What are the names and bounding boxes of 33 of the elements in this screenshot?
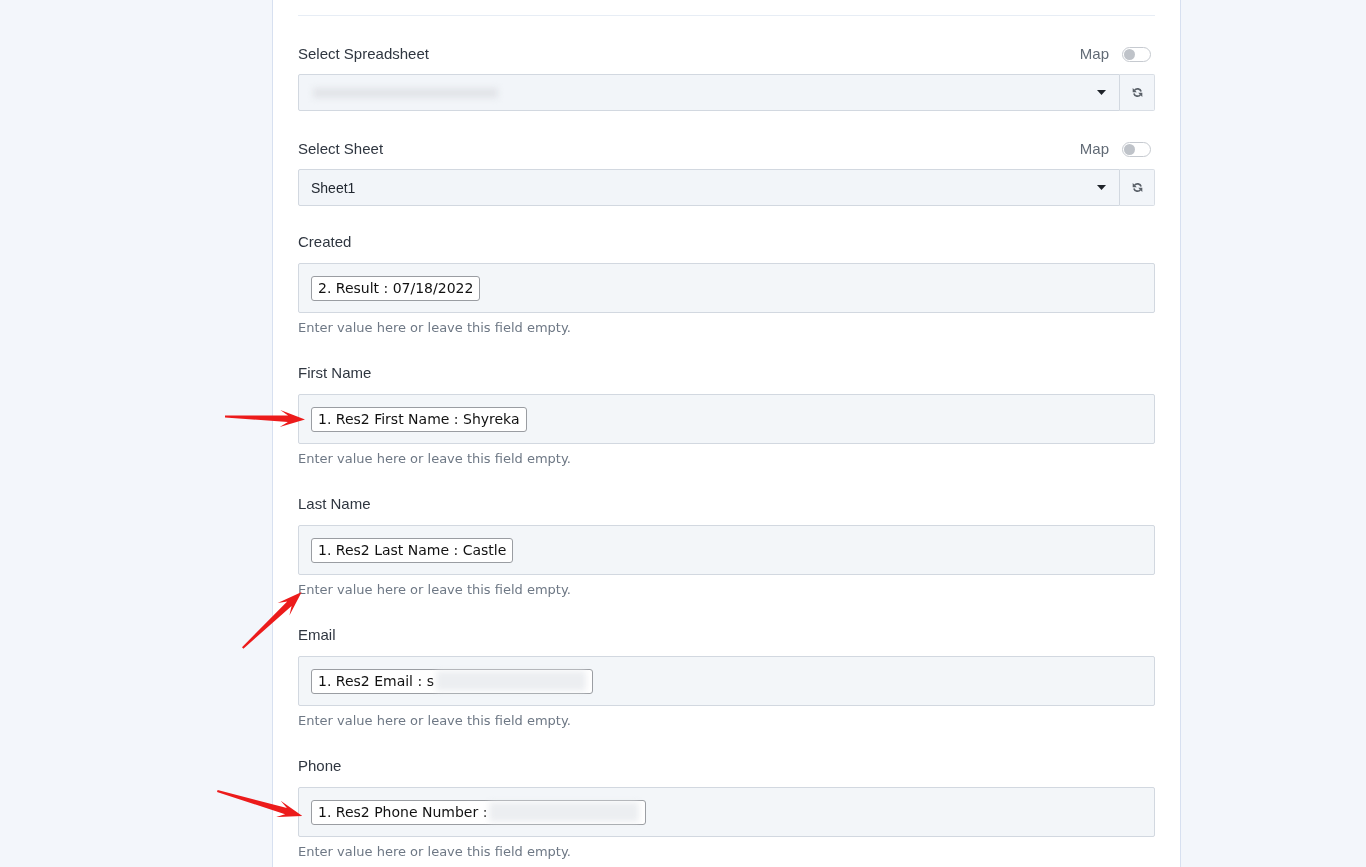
input-field[interactable]: 1. Res2 Email : s (298, 656, 1155, 706)
input-field[interactable]: 1. Res2 First Name : Shyreka (298, 394, 1155, 444)
hint-text: Enter value here or leave this field empty. (298, 320, 572, 336)
refresh-icon (1131, 182, 1143, 193)
input-field[interactable]: 2. Result : 07/18/2022 (298, 263, 1155, 313)
tag-text: 1. Res2 First Name : Shyreka (318, 410, 520, 428)
tag-text: 1. Res2 Phone Number : (318, 803, 488, 821)
field-label: First Name (298, 363, 373, 383)
field-label: Email (298, 625, 337, 645)
field-label: Select Sheet (298, 139, 384, 159)
tag-text: 1. Res2 Email : s (318, 672, 434, 690)
tag-text: 1. Res2 Last Name : Castle (318, 541, 507, 559)
hint-text: Enter value here or leave this field empty. (298, 451, 572, 467)
map-label: Map (1079, 139, 1109, 159)
field-label: Phone (298, 756, 343, 776)
field-label: Select Spreadsheet (298, 44, 429, 64)
hint-text: Enter value here or leave this field empty. (298, 713, 572, 729)
input-field[interactable]: 1. Res2 Phone Number : (298, 787, 1155, 837)
dropdown-select[interactable]: Sheet1 (298, 169, 1120, 206)
field-label: Last Name (298, 494, 372, 514)
field-label: Created (298, 232, 353, 252)
tag-text: 2. Result : 07/18/2022 (318, 279, 474, 297)
refresh-button[interactable] (1120, 169, 1155, 206)
refresh-button[interactable] (1120, 74, 1155, 111)
refresh-icon (1131, 87, 1143, 98)
caret-icon (1097, 185, 1106, 190)
hint-text: Enter value here or leave this field empty. (298, 582, 572, 598)
map-toggle[interactable] (1122, 141, 1151, 157)
map-toggle[interactable] (1122, 46, 1151, 62)
input-field[interactable]: 1. Res2 Last Name : Castle (298, 525, 1155, 575)
caret-icon (1097, 90, 1106, 95)
map-label: Map (1079, 44, 1109, 64)
hint-text: Enter value here or leave this field empty. (298, 844, 572, 860)
